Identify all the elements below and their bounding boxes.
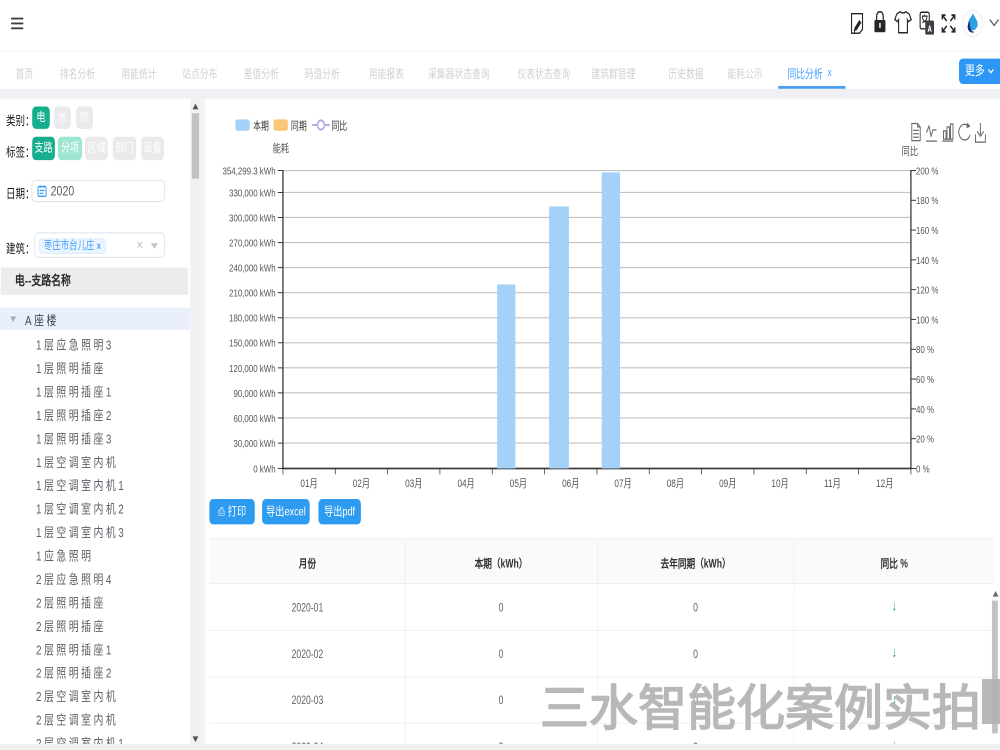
svg-text:02月: 02月 (353, 477, 370, 489)
svg-text:240,000 kWh: 240,000 kWh (229, 262, 276, 273)
svg-text:同期: 同期 (291, 120, 307, 131)
svg-text:01月: 01月 (300, 477, 317, 489)
svg-text:07月: 07月 (614, 477, 631, 489)
svg-text:120 %: 120 % (916, 284, 938, 295)
svg-text:能耗: 能耗 (273, 141, 290, 155)
svg-text:同比: 同比 (902, 144, 919, 158)
svg-text:40 %: 40 % (916, 403, 934, 414)
svg-text:同比: 同比 (331, 119, 347, 131)
svg-text:11月: 11月 (824, 477, 841, 489)
svg-text:140 %: 140 % (916, 254, 938, 265)
svg-text:180,000 kWh: 180,000 kWh (229, 312, 276, 323)
svg-text:80 %: 80 % (916, 344, 934, 355)
svg-text:08月: 08月 (667, 477, 684, 489)
svg-text:270,000 kWh: 270,000 kWh (229, 237, 276, 248)
svg-text:330,000 kWh: 330,000 kWh (229, 187, 276, 198)
svg-text:06月: 06月 (562, 477, 579, 489)
svg-text:90,000 kWh: 90,000 kWh (234, 387, 276, 398)
svg-text:12月: 12月 (876, 477, 893, 489)
svg-text:210,000 kWh: 210,000 kWh (229, 287, 276, 298)
svg-text:200 %: 200 % (916, 165, 938, 176)
svg-text:09月: 09月 (719, 477, 736, 489)
svg-text:60 %: 60 % (916, 373, 934, 384)
svg-text:150,000 kWh: 150,000 kWh (229, 337, 276, 348)
svg-text:60,000 kWh: 60,000 kWh (234, 412, 276, 423)
svg-text:300,000 kWh: 300,000 kWh (229, 212, 276, 223)
svg-text:30,000 kWh: 30,000 kWh (234, 437, 276, 448)
svg-text:20 %: 20 % (916, 433, 934, 444)
svg-text:本期: 本期 (253, 119, 269, 131)
svg-text:0 kWh: 0 kWh (253, 463, 275, 474)
svg-text:05月: 05月 (510, 477, 527, 489)
svg-text:100 %: 100 % (916, 314, 938, 325)
svg-text:04月: 04月 (458, 477, 475, 489)
svg-text:160 %: 160 % (916, 224, 938, 235)
svg-text:10月: 10月 (772, 477, 789, 489)
svg-text:180 %: 180 % (916, 195, 938, 206)
svg-text:0 %: 0 % (916, 463, 930, 474)
svg-text:354,299.3 kWh: 354,299.3 kWh (223, 165, 276, 176)
svg-text:03月: 03月 (405, 477, 422, 489)
svg-text:120,000 kWh: 120,000 kWh (229, 362, 276, 373)
